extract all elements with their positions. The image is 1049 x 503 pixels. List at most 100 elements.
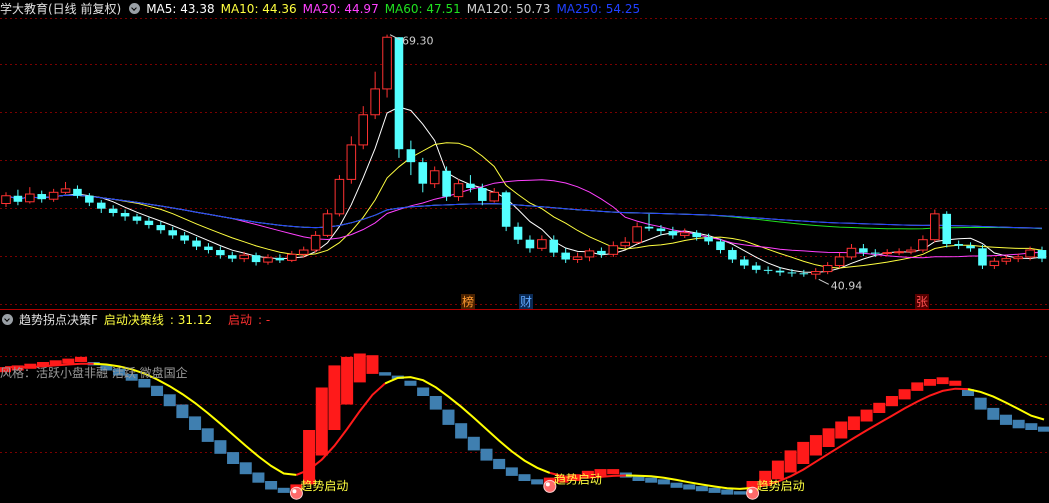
candle-body-up	[48, 191, 59, 200]
indicator-bar-blue	[227, 452, 240, 464]
indicator-bar-blue	[480, 448, 493, 461]
candle-body-up	[810, 271, 821, 275]
candle-body-down	[799, 273, 809, 275]
candle-body-up	[263, 257, 273, 263]
event-badge-1: 财	[520, 295, 532, 309]
indicator-bar-blue	[467, 436, 480, 451]
candle-body-up	[989, 260, 1000, 267]
indicator-bar-blue	[404, 380, 417, 386]
indicator-bar-blue	[708, 487, 721, 493]
indicator-bar-blue	[176, 404, 189, 419]
indicator-bar-red	[353, 353, 366, 383]
indicator-title: 趋势拐点决策F	[19, 313, 98, 327]
indicator-bar-red	[75, 356, 88, 362]
indicator-bar-red	[771, 460, 784, 480]
indicator-bar-red	[923, 379, 936, 386]
candle-body-down	[787, 272, 797, 274]
indicator-bar-blue	[987, 407, 1000, 420]
candle-body-up	[679, 232, 690, 236]
candle-body-down	[763, 269, 773, 271]
indicator-bar-red	[847, 416, 860, 430]
indicator-bar-blue	[645, 477, 658, 483]
candle-body-up	[608, 245, 619, 255]
candle-body-up	[1, 195, 11, 205]
candle-body-down	[501, 192, 511, 227]
candle-body-up	[346, 144, 357, 180]
candle-body-up	[584, 250, 595, 258]
indicator-bar-blue	[265, 481, 278, 490]
candle-body-down	[120, 212, 130, 217]
candle-body-up	[25, 193, 35, 203]
indicator-bar-blue	[214, 440, 227, 454]
candle-body-down	[704, 237, 713, 242]
indicator-bar-red	[62, 358, 75, 364]
indicator-bar-blue	[518, 474, 531, 481]
trend-start-dot-shine	[292, 489, 297, 494]
candle-body-up	[882, 252, 892, 255]
indicator-bar-red	[835, 421, 848, 439]
indicator-bar-red	[936, 377, 949, 385]
candle-body-down	[942, 213, 952, 244]
ma-label-ma5: MA5: 43.38	[146, 2, 215, 16]
stock-title: 学大教育(日线 前复权)	[0, 2, 122, 16]
indicator-bar-blue	[189, 416, 202, 430]
start-label: 启动	[227, 313, 252, 327]
indicator-bar-blue	[1037, 426, 1049, 432]
candle-body-up	[822, 265, 833, 273]
ma5-line	[5, 106, 1043, 273]
candle-body-down	[871, 252, 880, 254]
indicator-bar-blue	[999, 414, 1013, 425]
candle-body-up	[298, 249, 309, 255]
candle-body-up	[918, 239, 928, 251]
indicator-bar-blue	[1012, 419, 1025, 429]
indicator-bar-blue	[670, 482, 683, 488]
candle-body-down	[716, 241, 725, 251]
indicator-bar-blue	[417, 387, 430, 396]
indicator-bar-blue	[277, 487, 290, 493]
indicator-bar-red	[366, 355, 379, 374]
ma60-line	[5, 194, 1043, 230]
indicator-bar-red	[784, 450, 797, 473]
candle-body-down	[13, 195, 23, 202]
indicator-bar-red	[860, 409, 873, 422]
candle-body-down	[478, 188, 487, 201]
candle-body-down	[644, 226, 654, 229]
candle-body-down	[251, 255, 261, 263]
candle-body-down	[132, 216, 142, 221]
indicator-bar-red	[822, 428, 835, 447]
indicator-bar-blue	[239, 462, 252, 475]
candle-body-up	[310, 234, 321, 251]
candle-body-up	[334, 178, 345, 215]
candle-body-down	[728, 250, 737, 260]
price-chart: 69.3040.94榜财张趋势启动 趋势启动 趋势启动	[0, 18, 1049, 500]
indicator-bar-blue	[657, 479, 670, 485]
candle-body-up	[287, 253, 297, 261]
line-value: 31.12	[177, 313, 213, 327]
candle-body-up	[239, 254, 249, 260]
indicator-bar-blue	[505, 467, 518, 476]
candle-body-down	[418, 162, 428, 184]
candle-body-up	[60, 188, 71, 193]
indicator-bar-blue	[531, 479, 544, 485]
indicator-bar-blue	[493, 458, 506, 470]
candle-body-up	[906, 249, 916, 253]
ma-label-ma60: MA60: 47.51	[384, 2, 461, 16]
indicator-bar-red	[341, 356, 354, 405]
ma-label-ma10: MA10: 44.36	[220, 2, 297, 16]
ma-label-ma20: MA20: 44.97	[302, 2, 379, 16]
candle-body-down	[775, 270, 785, 273]
low-marker	[818, 278, 829, 285]
start-value: -	[265, 313, 271, 327]
candle-body-up	[632, 226, 642, 243]
style-note: 风格：活跃小盘非融 活跃 微盘国企	[0, 366, 188, 380]
candle-body-up	[429, 170, 440, 185]
indicator-dropdown-icon[interactable]	[2, 314, 13, 325]
candle-body-up	[846, 247, 857, 258]
candle-body-down	[549, 239, 559, 253]
candle-body-down	[227, 255, 237, 259]
settings-dropdown-icon[interactable]	[129, 3, 141, 14]
indicator-bar-blue	[455, 423, 468, 439]
candle-body-down	[466, 183, 475, 188]
trend-start-dot-shine	[545, 482, 550, 487]
candle-body-down	[37, 194, 47, 200]
